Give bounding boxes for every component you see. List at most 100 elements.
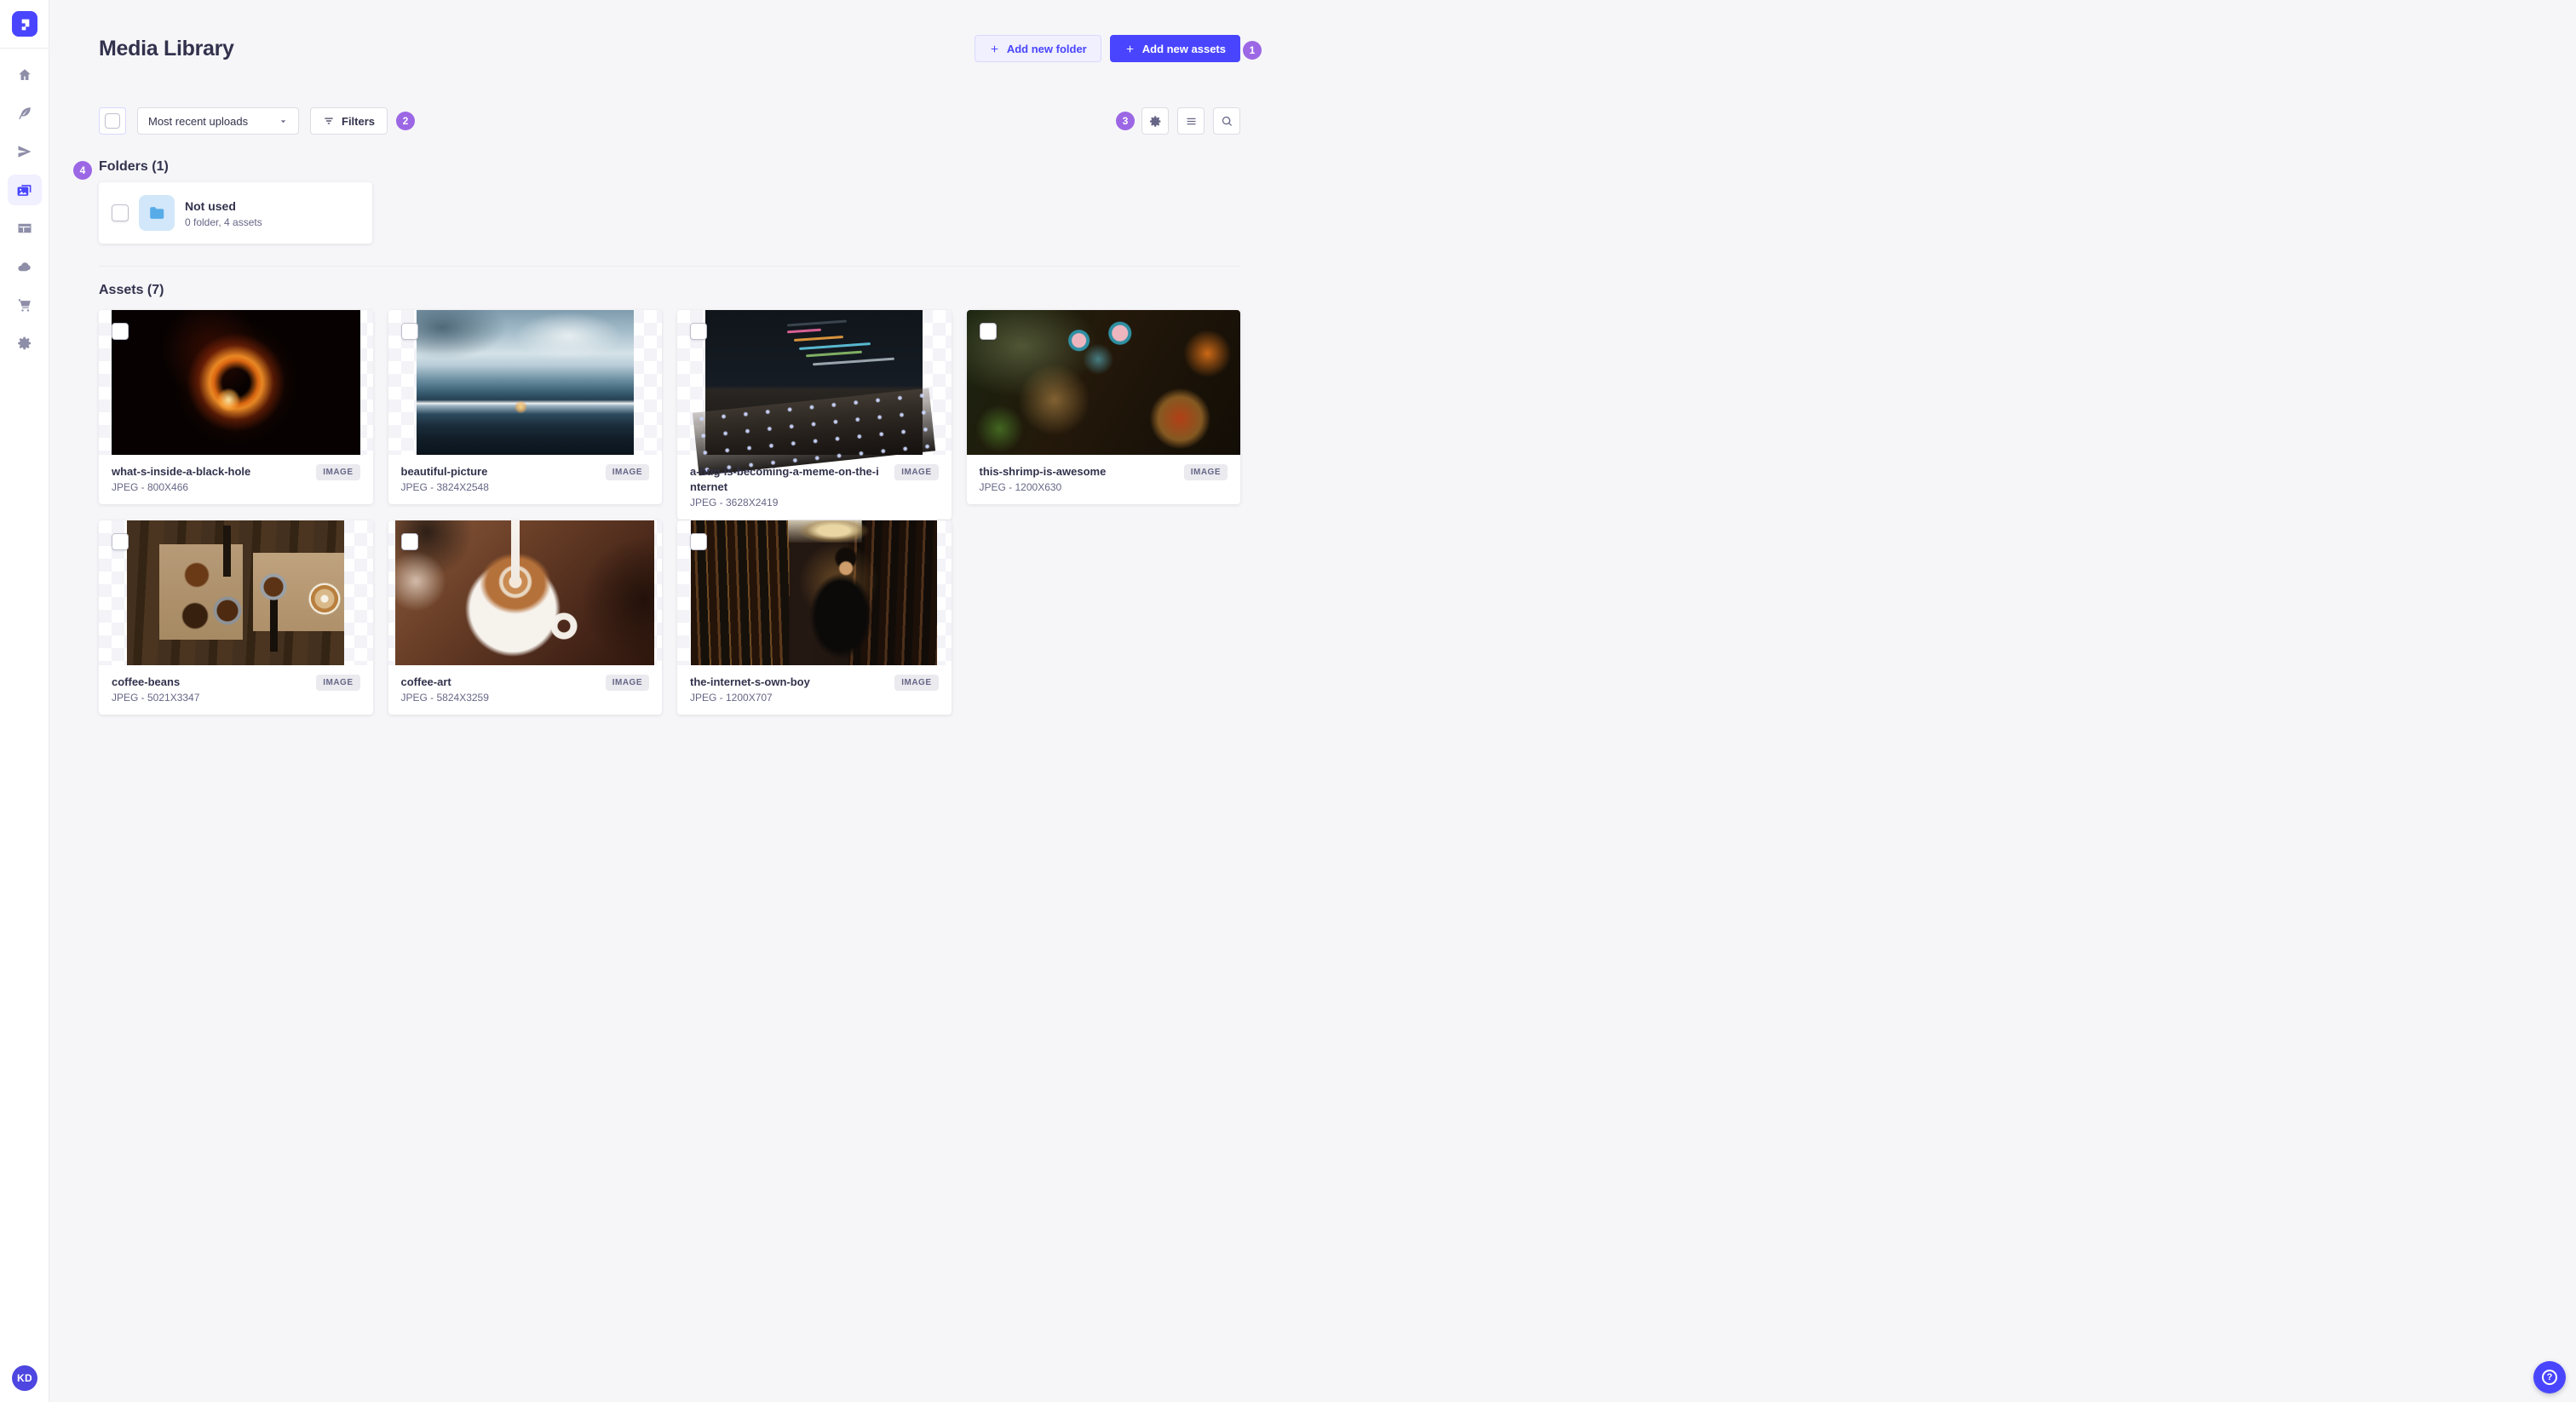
asset-checkbox[interactable] <box>112 533 129 550</box>
asset-card[interactable]: a-bug-is-becoming-a-meme-on-the-internet… <box>677 310 952 520</box>
toolbar-right <box>1141 107 1240 135</box>
asset-checkbox[interactable] <box>112 323 129 340</box>
chevron-down-icon <box>280 119 286 123</box>
asset-thumb-area <box>388 520 662 665</box>
asset-checkbox[interactable] <box>400 323 418 340</box>
asset-checkbox[interactable] <box>690 323 707 340</box>
folder-icon <box>150 207 164 219</box>
sidebar-nav <box>0 49 49 366</box>
gear-icon <box>1149 115 1160 127</box>
sidebar-logo-area <box>0 0 49 49</box>
sidebar: KD <box>0 0 49 1402</box>
asset-thumb-area <box>99 310 373 455</box>
add-new-assets-label: Add new assets <box>1141 42 1226 55</box>
folder-icon-tile <box>139 195 175 231</box>
asset-info: what-s-inside-a-black-hole JPEG - 800X46… <box>99 455 373 504</box>
asset-type-badge: IMAGE <box>1183 464 1228 480</box>
asset-meta: JPEG - 1200X630 <box>979 481 1062 493</box>
page-title: Media Library <box>99 36 234 60</box>
search-icon <box>1222 116 1232 126</box>
annotation-badge-4: 4 <box>73 161 92 180</box>
toolbar-left: Most recent uploads Filters <box>99 107 388 135</box>
add-new-folder-label: Add new folder <box>1006 42 1087 55</box>
asset-type-badge: IMAGE <box>316 464 360 480</box>
asset-thumbnail-mountains <box>416 310 634 455</box>
sidebar-item-marketplace[interactable] <box>8 290 42 320</box>
feather-icon <box>18 107 31 119</box>
section-divider <box>99 266 1240 267</box>
asset-meta: JPEG - 3824X2548 <box>400 481 489 493</box>
asset-thumbnail-library-boy <box>691 520 938 665</box>
asset-card[interactable]: what-s-inside-a-black-hole JPEG - 800X46… <box>99 310 373 504</box>
asset-thumbnail-coffee-art <box>395 520 655 665</box>
asset-thumb-area <box>99 520 373 665</box>
toolbar: Most recent uploads Filters <box>99 107 1240 135</box>
asset-checkbox[interactable] <box>690 533 707 550</box>
paper-plane-icon <box>18 146 31 158</box>
filter-icon <box>325 118 333 124</box>
list-view-button[interactable] <box>1177 107 1205 135</box>
asset-meta: JPEG - 3628X2419 <box>690 497 779 509</box>
sort-dropdown[interactable]: Most recent uploads <box>137 107 299 135</box>
asset-checkbox[interactable] <box>979 323 997 340</box>
asset-info: beautiful-picture JPEG - 3824X2548 IMAGE <box>388 455 663 504</box>
sidebar-item-media-library[interactable] <box>7 175 42 205</box>
add-new-folder-button[interactable]: Add new folder <box>974 35 1101 62</box>
asset-info: coffee-beans JPEG - 5021X3347 IMAGE <box>99 665 373 715</box>
folder-name: Not used <box>185 198 236 213</box>
folder-meta: 0 folder, 4 assets <box>185 215 262 228</box>
folder-checkbox[interactable] <box>112 204 129 221</box>
plus-icon <box>1126 45 1134 52</box>
asset-thumb-area <box>388 310 662 455</box>
annotation-badge-3: 3 <box>1116 112 1135 130</box>
asset-card[interactable]: this-shrimp-is-awesome JPEG - 1200X630 I… <box>966 310 1240 504</box>
asset-card[interactable]: coffee-art JPEG - 5824X3259 IMAGE <box>388 520 663 715</box>
asset-meta: JPEG - 5021X3347 <box>112 692 200 704</box>
add-new-assets-button[interactable]: Add new assets <box>1109 35 1240 62</box>
main-content: Media Library Add new folder Add new ass… <box>49 0 1288 715</box>
asset-type-badge: IMAGE <box>316 675 360 691</box>
search-button[interactable] <box>1213 107 1240 135</box>
asset-card[interactable]: coffee-beans JPEG - 5021X3347 IMAGE <box>99 520 373 715</box>
avatar[interactable]: KD <box>12 1365 37 1391</box>
asset-type-badge: IMAGE <box>605 464 649 480</box>
sidebar-item-content-manager[interactable] <box>8 98 42 129</box>
annotation-badge-2: 2 <box>396 112 415 130</box>
asset-card[interactable]: the-internet-s-own-boy JPEG - 1200X707 I… <box>677 520 952 715</box>
sidebar-item-layout[interactable] <box>8 213 42 244</box>
folder-card[interactable]: Not used 0 folder, 4 assets <box>99 182 372 244</box>
cloud-icon <box>18 261 31 271</box>
filters-button[interactable]: Filters <box>310 107 388 135</box>
asset-thumbnail-coffee-beans <box>127 520 345 665</box>
strapi-logo[interactable] <box>11 11 37 37</box>
asset-thumb-area <box>966 310 1240 455</box>
question-mark-icon: ? <box>2542 1370 2557 1385</box>
asset-type-badge: IMAGE <box>894 464 939 480</box>
page-header: Media Library Add new folder Add new ass… <box>99 0 1240 63</box>
strapi-logo-icon <box>21 19 29 31</box>
sidebar-item-home[interactable] <box>8 60 42 90</box>
sidebar-item-settings[interactable] <box>8 328 42 359</box>
sidebar-item-cloud[interactable] <box>8 251 42 282</box>
sidebar-item-releases[interactable] <box>8 136 42 167</box>
list-icon <box>1187 118 1195 124</box>
help-button[interactable]: ? <box>2533 1361 2566 1393</box>
asset-checkbox[interactable] <box>400 533 418 550</box>
asset-info: the-internet-s-own-boy JPEG - 1200X707 I… <box>677 665 952 715</box>
annotation-badge-1: 1 <box>1243 41 1262 60</box>
asset-thumbnail-code-laptop <box>693 310 936 476</box>
asset-type-badge: IMAGE <box>605 675 649 691</box>
gear-icon <box>17 336 31 350</box>
asset-meta: JPEG - 1200X707 <box>690 692 773 704</box>
asset-card[interactable]: beautiful-picture JPEG - 3824X2548 IMAGE <box>388 310 663 504</box>
select-all-checkbox[interactable] <box>99 107 126 135</box>
folders-heading: Folders (1) <box>99 159 169 174</box>
checkbox-box <box>105 113 120 129</box>
asset-info: a-bug-is-becoming-a-meme-on-the-internet… <box>677 455 952 520</box>
home-icon <box>18 69 31 80</box>
asset-grid: what-s-inside-a-black-hole JPEG - 800X46… <box>99 310 1240 715</box>
asset-info: coffee-art JPEG - 5824X3259 IMAGE <box>388 665 663 715</box>
asset-thumb-area <box>677 520 952 665</box>
asset-type-badge: IMAGE <box>894 675 939 691</box>
view-settings-button[interactable] <box>1141 107 1169 135</box>
